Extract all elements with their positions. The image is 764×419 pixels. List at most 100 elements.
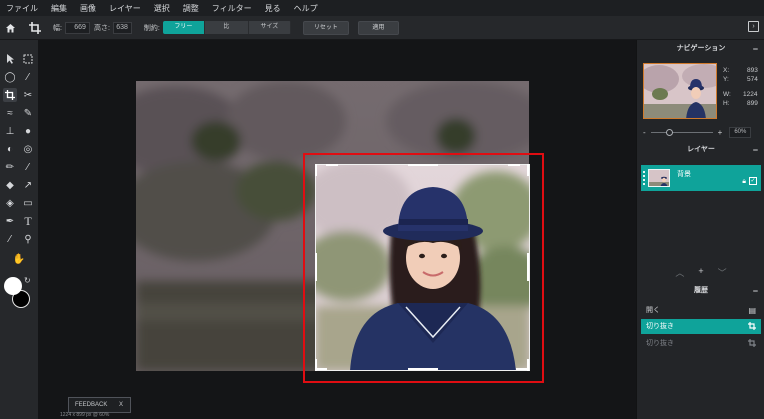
crop-icon — [748, 319, 756, 335]
layers-header: レイヤー − — [637, 142, 764, 158]
chevron-down-icon[interactable]: ﹀ — [718, 266, 727, 278]
menu-bar: ファイル 編集 画像 レイヤー 選択 調整 フィルター 見る ヘルプ — [0, 0, 764, 16]
shape-icon[interactable]: ▭ — [21, 196, 35, 210]
zoom-icon[interactable]: ⚲ — [21, 232, 35, 246]
constraint-segmented-control: フリー 比 サイズ — [162, 21, 291, 34]
zoom-control: - + 60% — [643, 126, 761, 138]
dodge-icon[interactable]: ◐ — [3, 142, 17, 156]
history-minimize-icon[interactable]: − — [753, 283, 758, 299]
apply-button[interactable]: 適用 — [357, 20, 399, 35]
feedback-label: FEEDBACK — [75, 402, 108, 408]
document-icon: ▤ — [748, 306, 756, 315]
swap-colors-icon[interactable]: ↻ — [24, 276, 31, 285]
primary-color-swatch[interactable] — [4, 277, 22, 295]
crop-icon — [28, 21, 42, 35]
constraint-size-option[interactable]: サイズ — [248, 21, 291, 34]
constraint-label: 制約: — [143, 24, 160, 32]
cursor-y-label: Y: — [723, 76, 729, 83]
height-field[interactable]: 638 — [112, 21, 132, 34]
constraint-free-option[interactable]: フリー — [162, 21, 205, 34]
zoom-slider-handle[interactable] — [665, 128, 673, 136]
layer-visibility-handle[interactable] — [643, 171, 645, 185]
lasso-icon[interactable]: ◯ — [3, 70, 17, 84]
layers-minimize-icon[interactable]: − — [753, 142, 758, 158]
history-item-label: 開く — [646, 307, 660, 314]
crop-options-bar: 幅: 669 高さ: 638 制約: フリー 比 サイズ リセット 適用 › — [0, 16, 764, 40]
zoom-slider[interactable] — [650, 128, 713, 136]
image-width-value: 1224 — [743, 91, 758, 98]
menu-edit[interactable]: 編集 — [51, 3, 67, 14]
navigator-title: ナビゲーション — [676, 45, 726, 52]
heal-icon[interactable]: ✎ — [21, 106, 35, 120]
menu-image[interactable]: 画像 — [80, 3, 96, 14]
tool-palette: ◯ ⁄ ✂ ≈ ✎ ⊥ ● ◐ ◎ ✏ ⁄ ◆ ↗ ◈ ▭ ✒ T ⁄ ⚲ ✋ … — [0, 40, 38, 419]
menu-select[interactable]: 選択 — [154, 3, 170, 14]
pencil-icon[interactable]: ✏ — [3, 160, 17, 174]
width-label: 幅: — [53, 24, 62, 32]
eraser-icon[interactable]: ◆ — [3, 178, 17, 192]
reset-button[interactable]: リセット — [302, 20, 349, 35]
drop-icon[interactable]: ● — [21, 124, 35, 138]
menu-layer[interactable]: レイヤー — [109, 3, 141, 14]
magic-wand-icon[interactable]: ⁄ — [21, 70, 35, 84]
history-title: 履歴 — [694, 287, 708, 294]
annotation-highlight-rectangle — [303, 153, 544, 383]
stamp-icon[interactable]: ⊥ — [3, 124, 17, 138]
zoom-in-button[interactable]: + — [718, 128, 723, 137]
navigator-header: ナビゲーション − — [637, 41, 764, 57]
canvas-area[interactable]: FEEDBACK X 1224 x 899 px @ 60% — [38, 40, 636, 419]
image-height-value: 899 — [747, 100, 758, 107]
right-panel: ナビゲーション − X: 893 Y: 574 W: 1224 H: 899 - — [636, 40, 764, 419]
crop-icon — [748, 336, 756, 352]
zoom-percent-field[interactable]: 60% — [729, 126, 752, 138]
layer-item[interactable]: 背景 🔒︎ ✓ — [641, 165, 761, 191]
navigator-thumbnail[interactable] — [643, 63, 717, 119]
history-item[interactable]: 開く ▤ — [641, 303, 761, 318]
height-label: 高さ: — [93, 24, 110, 32]
crop-tool-icon[interactable] — [3, 88, 17, 102]
bucket-icon[interactable]: ◈ — [3, 196, 17, 210]
image-width-readout: W: 1224 — [723, 91, 757, 98]
width-field[interactable]: 669 — [64, 21, 90, 34]
photo-editor-app: ファイル 編集 画像 レイヤー 選択 調整 フィルター 見る ヘルプ 幅: 66… — [0, 0, 764, 419]
menu-filter[interactable]: フィルター — [212, 3, 252, 14]
constraint-ratio-option[interactable]: 比 — [204, 21, 249, 34]
layer-actions: ︿ + ﹀ — [637, 266, 764, 278]
cursor-x-value: 893 — [747, 67, 758, 74]
home-icon[interactable] — [3, 21, 17, 35]
image-height-label: H: — [723, 100, 730, 107]
arrow-icon[interactable] — [3, 52, 17, 66]
cursor-x-readout: X: 893 — [723, 67, 758, 74]
hand-icon[interactable]: ✋ — [12, 252, 26, 266]
text-icon[interactable]: T — [21, 214, 35, 228]
navigator-minimize-icon[interactable]: − — [753, 41, 758, 57]
marquee-icon[interactable] — [21, 52, 35, 66]
menu-file[interactable]: ファイル — [6, 3, 38, 14]
chevron-up-icon[interactable]: ︿ — [675, 266, 684, 278]
spot-icon[interactable]: ◎ — [21, 142, 35, 156]
menu-help[interactable]: ヘルプ — [294, 3, 318, 14]
brush-icon[interactable]: ⁄ — [21, 160, 35, 174]
menu-adjust[interactable]: 調整 — [183, 3, 199, 14]
liquify-icon[interactable]: ≈ — [3, 106, 17, 120]
cursor-y-value: 574 — [747, 76, 758, 83]
add-layer-icon[interactable]: + — [698, 266, 703, 278]
feedback-close-icon[interactable]: X — [119, 402, 123, 408]
cursor-x-label: X: — [723, 67, 730, 74]
lock-icon[interactable]: 🔒︎ — [742, 178, 746, 186]
layer-checkbox[interactable]: ✓ — [749, 177, 757, 185]
scissors-icon[interactable]: ✂ — [21, 88, 35, 102]
layers-title: レイヤー — [687, 146, 715, 153]
history-item[interactable]: 切り抜き — [641, 336, 761, 351]
pen-icon[interactable]: ✒ — [3, 214, 17, 228]
history-item-active[interactable]: 切り抜き — [641, 319, 761, 334]
image-height-readout: H: 899 — [723, 100, 758, 107]
image-width-label: W: — [723, 91, 731, 98]
eyedropper-icon[interactable]: ⁄ — [3, 232, 17, 246]
feedback-button[interactable]: FEEDBACK X — [68, 397, 131, 413]
panel-toggle-icon[interactable]: › — [748, 21, 759, 32]
status-text: 1224 x 899 px @ 60% — [60, 412, 110, 418]
smudge-icon[interactable]: ↗ — [21, 178, 35, 192]
menu-view[interactable]: 見る — [265, 3, 281, 14]
zoom-out-button[interactable]: - — [643, 128, 646, 137]
